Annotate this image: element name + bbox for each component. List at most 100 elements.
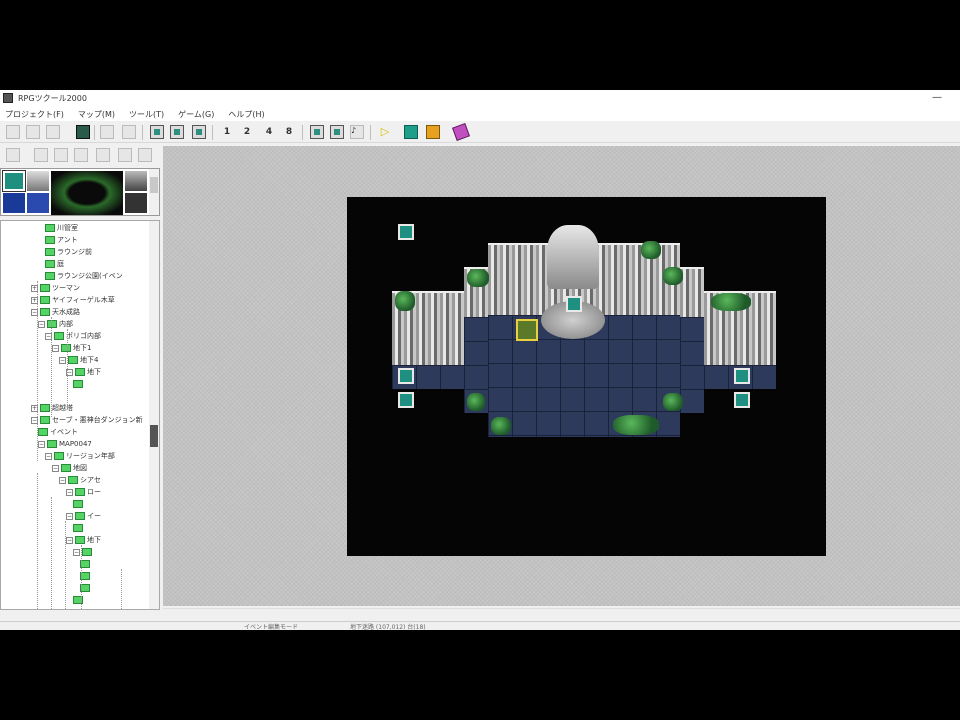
- palette-scrollbar[interactable]: [149, 169, 159, 215]
- tree-item[interactable]: − ポリゴ内部: [45, 331, 101, 341]
- tile-plant-frame[interactable]: [51, 171, 123, 215]
- tree-scrollbar[interactable]: [149, 221, 159, 609]
- tree-expand-toggle[interactable]: −: [66, 536, 73, 544]
- event-marker[interactable]: [734, 392, 750, 408]
- menu-tool[interactable]: ツール(T): [124, 106, 169, 121]
- tree-expand-toggle[interactable]: −: [59, 476, 66, 484]
- zoom-1-button[interactable]: 1: [220, 125, 234, 139]
- menu-map[interactable]: マップ(M): [73, 106, 120, 121]
- fill-icon[interactable]: [138, 148, 152, 162]
- menu-game[interactable]: ゲーム(G): [173, 106, 219, 121]
- tile-palette[interactable]: [0, 168, 160, 216]
- tree-item[interactable]: − セーブ・悪神台ダンジョン新: [31, 415, 143, 425]
- tree-item[interactable]: ラウンジ前: [45, 247, 92, 257]
- pencil-icon[interactable]: [74, 148, 88, 162]
- palette-scroll-thumb[interactable]: [150, 177, 158, 193]
- zoom-8-button[interactable]: 8: [282, 125, 296, 139]
- select-icon[interactable]: [34, 148, 48, 162]
- minimize-button[interactable]: —: [932, 92, 942, 103]
- canvas-hscrollbar[interactable]: [163, 608, 960, 618]
- tree-item[interactable]: − 地下4: [59, 355, 98, 365]
- event-marker[interactable]: [398, 368, 414, 384]
- database-icon[interactable]: [404, 125, 418, 139]
- tree-item[interactable]: 庭: [45, 259, 64, 269]
- tree-item[interactable]: −: [73, 547, 94, 557]
- tree-item-label: 地図: [73, 464, 87, 472]
- circle-icon[interactable]: [118, 148, 132, 162]
- event-marker[interactable]: [398, 224, 414, 240]
- tree-expand-toggle[interactable]: −: [52, 344, 59, 352]
- pointer-icon[interactable]: [6, 148, 20, 162]
- tree-expand-toggle[interactable]: −: [59, 356, 66, 364]
- tree-expand-toggle[interactable]: −: [38, 440, 45, 448]
- music-icon[interactable]: ♪: [350, 125, 364, 139]
- material-manager-icon[interactable]: [330, 125, 344, 139]
- zoom-icon[interactable]: [54, 148, 68, 162]
- tree-item[interactable]: − MAP0047: [38, 439, 92, 449]
- undo-icon[interactable]: [100, 125, 114, 139]
- tree-item[interactable]: 川管室: [45, 223, 78, 233]
- zoom-2-button[interactable]: 2: [240, 125, 254, 139]
- tree-expand-toggle[interactable]: −: [66, 488, 73, 496]
- tree-item[interactable]: ラウンジ公園(イベン: [45, 271, 123, 281]
- tree-item-label: 庭: [57, 260, 64, 268]
- help-book-icon[interactable]: [452, 123, 470, 141]
- new-project-icon[interactable]: [6, 125, 20, 139]
- map-view[interactable]: [347, 197, 826, 556]
- tile-water-deep[interactable]: [27, 193, 49, 213]
- tree-expand-toggle[interactable]: −: [66, 512, 73, 520]
- tree-item[interactable]: − 内部: [38, 319, 73, 329]
- event-layer-icon[interactable]: [192, 125, 206, 139]
- test-play-icon[interactable]: ▷: [378, 125, 392, 139]
- tree-item-label: 地下: [87, 368, 101, 376]
- import-icon[interactable]: [426, 125, 440, 139]
- redo-icon[interactable]: [122, 125, 136, 139]
- upper-layer-icon[interactable]: [170, 125, 184, 139]
- tree-item[interactable]: イベント: [38, 427, 78, 437]
- tree-item[interactable]: [73, 595, 85, 605]
- database-grid-icon[interactable]: [310, 125, 324, 139]
- tree-scroll-thumb[interactable]: [150, 425, 158, 447]
- main-toolbar: 1 2 4 8 ♪ ▷: [0, 123, 960, 143]
- tree-connector: [121, 569, 123, 609]
- event-marker[interactable]: [398, 392, 414, 408]
- event-marker[interactable]: [566, 296, 582, 312]
- tile-wall[interactable]: [27, 171, 49, 191]
- close-project-icon[interactable]: [46, 125, 60, 139]
- tree-item[interactable]: − 地下: [66, 535, 101, 545]
- rectangle-icon[interactable]: [96, 148, 110, 162]
- menu-project[interactable]: プロジェクト(F): [0, 106, 69, 121]
- tree-item[interactable]: − ロー: [66, 487, 101, 497]
- title-bar: RPGツクール2000 —: [0, 90, 960, 106]
- tree-item[interactable]: [73, 379, 85, 389]
- tree-item[interactable]: − イー: [66, 511, 101, 521]
- tree-item[interactable]: − シアセ: [59, 475, 101, 485]
- save-icon[interactable]: [76, 125, 90, 139]
- lower-layer-icon[interactable]: [150, 125, 164, 139]
- tree-item[interactable]: + ヤイフィーゲル木草: [31, 295, 115, 305]
- tree-item[interactable]: [73, 523, 85, 533]
- tile-water[interactable]: [3, 193, 25, 213]
- map-folder-icon: [47, 440, 57, 448]
- tile-selected[interactable]: [2, 170, 26, 192]
- tile-dark[interactable]: [125, 193, 147, 213]
- zoom-4-button[interactable]: 4: [262, 125, 276, 139]
- tree-expand-toggle[interactable]: −: [52, 464, 59, 472]
- tree-expand-toggle[interactable]: −: [45, 452, 52, 460]
- tree-item[interactable]: − 地下1: [52, 343, 91, 353]
- player-start-marker[interactable]: [516, 319, 538, 341]
- tree-item[interactable]: アント: [45, 235, 78, 245]
- tree-item[interactable]: − 地下: [66, 367, 101, 377]
- tile-machine[interactable]: [125, 171, 147, 191]
- toolbar-separator: [142, 125, 143, 140]
- tree-item[interactable]: − 地図: [52, 463, 87, 473]
- tree-item[interactable]: [73, 499, 85, 509]
- open-project-icon[interactable]: [26, 125, 40, 139]
- tree-item-label: アント: [57, 236, 78, 244]
- menu-help[interactable]: ヘルプ(H): [223, 106, 269, 121]
- tree-expand-toggle[interactable]: −: [38, 320, 45, 328]
- tree-expand-toggle[interactable]: −: [73, 548, 80, 556]
- event-marker[interactable]: [734, 368, 750, 384]
- map-canvas[interactable]: [163, 146, 960, 606]
- tree-item[interactable]: − リージョン年部: [45, 451, 115, 461]
